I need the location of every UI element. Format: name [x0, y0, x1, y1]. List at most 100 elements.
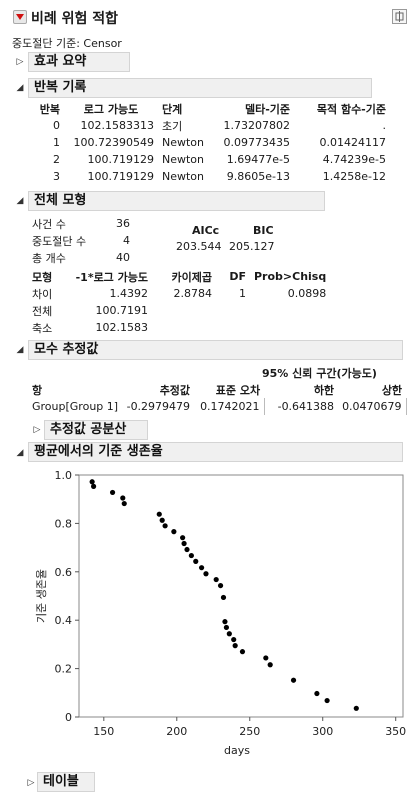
cell: 중도절단 수 — [32, 234, 87, 248]
section-cov-label: 추정값 공분산 — [50, 422, 127, 437]
cell: 총 개수 — [32, 251, 66, 265]
cell: 4.74239e-5 — [322, 153, 386, 166]
cell: 축소 — [32, 321, 53, 335]
col-header: 로그 가능도 — [83, 102, 139, 116]
cell: 1.4392 — [109, 287, 149, 300]
disclosure-down-icon[interactable]: ◢ — [14, 82, 26, 94]
pin-icon — [395, 11, 404, 22]
y-tick-label: 1.0 — [55, 469, 73, 482]
page-title: 비례 위험 적합 — [31, 11, 119, 27]
data-point — [353, 705, 359, 711]
cell: 1.73207802 — [223, 119, 290, 132]
col-header: DF — [229, 270, 246, 283]
cell: 0.1742021 — [194, 398, 265, 415]
col-header: 모형 — [32, 270, 53, 284]
cell: 100.7191 — [95, 304, 149, 317]
cell: 차이 — [32, 287, 53, 301]
cell: Group[Group 1] — [32, 400, 119, 413]
aicc-label: AICc — [192, 224, 220, 237]
ci-title: 95% 신뢰 구간(가능도) — [262, 367, 377, 380]
col-header: Prob>Chisq — [254, 270, 327, 283]
cell: 3 — [53, 170, 60, 183]
section-baseline-label: 평균에서의 기준 생존율 — [34, 444, 163, 459]
cell: 100.719129 — [87, 153, 154, 166]
section-baseline-survival[interactable]: 평균에서의 기준 생존율 — [28, 442, 403, 462]
data-point — [239, 649, 246, 655]
col-header: 표준 오차 — [215, 383, 261, 397]
data-point — [232, 643, 238, 649]
data-point — [89, 479, 95, 485]
x-tick-label: 350 — [385, 725, 406, 738]
col-header: 상한 — [381, 383, 403, 397]
cell: 1 — [239, 287, 246, 300]
disclosure-right-icon[interactable]: ▷ — [14, 56, 26, 68]
data-point — [181, 540, 187, 547]
data-point — [109, 489, 116, 496]
cell: -0.2979479 — [126, 400, 191, 413]
data-point — [198, 565, 205, 571]
section-iteration-history[interactable]: 반복 기록 — [28, 78, 372, 98]
x-axis-label: days — [224, 744, 250, 757]
y-tick-label: 0.2 — [55, 663, 73, 676]
cell: Newton — [162, 136, 205, 149]
section-covariance[interactable]: 추정값 공분산 — [44, 420, 148, 440]
aicc-value: 203.544 — [176, 240, 222, 253]
table-row: 0 102.1583313 초기 1.73207802 . — [28, 117, 390, 134]
cell: 1.4258e-12 — [322, 170, 386, 183]
section-parameter-estimates[interactable]: 모수 추정값 — [28, 340, 403, 360]
table-row: 2 100.719129 Newton 1.69477e-5 4.74239e-… — [28, 151, 390, 168]
table-row: 총 개수 40 — [28, 249, 134, 266]
disclosure-right-icon[interactable]: ▷ — [31, 424, 43, 436]
data-point — [193, 558, 199, 564]
table-row: 차이 1.4392 2.8784 1 0.0898 — [28, 285, 330, 302]
data-point — [223, 624, 230, 631]
cell: Newton — [162, 170, 205, 183]
data-point — [184, 546, 190, 553]
data-point — [222, 619, 228, 625]
data-point — [290, 677, 297, 683]
cell: 100.719129 — [87, 170, 154, 183]
data-point — [121, 500, 127, 507]
col-header: 반복 — [39, 102, 60, 116]
disclosure-down-icon[interactable]: ◢ — [14, 344, 26, 356]
report-title-bar: 비례 위험 적합 — [0, 6, 415, 28]
section-effect-summary[interactable]: 효과 요약 — [28, 52, 130, 72]
col-header: 목적 함수-기준 — [316, 102, 386, 116]
censor-label: 중도절단 기준: Censor — [12, 37, 122, 50]
section-table[interactable]: 테이블 — [37, 772, 95, 792]
col-header: 하한 — [313, 383, 335, 397]
section-params-label: 모수 추정값 — [34, 342, 99, 357]
y-tick-label: 0 — [65, 711, 72, 724]
data-point — [203, 571, 209, 577]
data-point — [324, 697, 330, 704]
section-table-label: 테이블 — [43, 774, 79, 789]
disclosure-down-icon[interactable]: ◢ — [14, 447, 26, 459]
bic-value: 205.127 — [229, 240, 275, 253]
cell: 36 — [116, 217, 130, 230]
data-point — [217, 582, 224, 589]
y-axis-label: 기준 생존율 — [35, 569, 48, 623]
table-row: 중도절단 수 4 — [28, 232, 134, 249]
section-whole-model[interactable]: 전체 모형 — [28, 191, 325, 211]
iteration-table: 반복 로그 가능도 단계 델타-기준 목적 함수-기준 0 102.158331… — [28, 100, 390, 185]
red-triangle-icon — [16, 14, 24, 20]
disclosure-down-icon[interactable]: ◢ — [14, 195, 26, 207]
cell: 100.72390549 — [73, 136, 154, 149]
table-row: 사건 수 36 — [28, 215, 134, 232]
table-row: 3 100.719129 Newton 9.8605e-13 1.4258e-1… — [28, 168, 390, 185]
cell: 0.0898 — [287, 287, 327, 300]
data-point — [156, 511, 162, 517]
red-triangle-menu-button[interactable] — [13, 10, 27, 24]
data-point — [90, 483, 97, 489]
data-point — [213, 576, 219, 583]
counts-table: 사건 수 36 중도절단 수 4 총 개수 40 — [28, 215, 134, 266]
cell: 0 — [53, 119, 60, 132]
cell: 102.1583313 — [80, 119, 154, 132]
x-tick-label: 300 — [312, 725, 333, 738]
table-row: 축소 102.1583 — [28, 319, 330, 336]
disclosure-right-icon[interactable]: ▷ — [25, 777, 37, 789]
data-point — [188, 552, 194, 559]
table-row: 전체 100.7191 — [28, 302, 330, 319]
window-pin-button[interactable] — [392, 9, 407, 24]
y-tick-label: 0.4 — [55, 614, 73, 627]
